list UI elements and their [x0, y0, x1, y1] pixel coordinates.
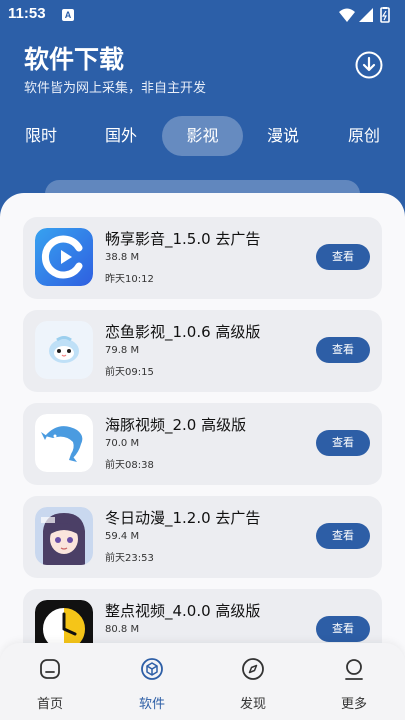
bottom-nav: 首页 软件 发现 更多	[0, 643, 405, 720]
compass-icon	[242, 658, 264, 680]
cube-icon	[141, 658, 163, 680]
fish-mascot-app-icon	[35, 321, 93, 379]
home-icon	[40, 659, 60, 679]
view-button[interactable]: 查看	[316, 244, 370, 270]
tab-limited[interactable]: 限时	[10, 116, 72, 156]
nav-label: 首页	[36, 697, 63, 712]
status-icons	[339, 7, 390, 23]
tab-foreign[interactable]: 国外	[90, 116, 152, 156]
status-time: 11:53	[8, 5, 46, 22]
app-size: 80.8 M	[105, 624, 140, 635]
list-item[interactable]: 恋鱼影视_1.0.6 高级版 79.8 M 前天09:15 查看	[23, 310, 382, 392]
page-title: 软件下载	[24, 45, 125, 74]
app-name: 整点视频_4.0.0 高级版	[105, 602, 261, 620]
tab-video[interactable]: 影视	[162, 116, 243, 156]
app-name: 海豚视频_2.0 高级版	[105, 416, 247, 434]
app-size: 79.8 M	[105, 345, 140, 356]
view-button[interactable]: 查看	[316, 430, 370, 456]
app-time: 前天09:15	[105, 367, 154, 378]
nav-label: 更多	[340, 697, 367, 712]
nav-item-home[interactable]: 首页	[10, 643, 90, 720]
category-tabs: 限时 国外 影视 漫说 原创	[0, 116, 405, 158]
list-item[interactable]: 畅享影音_1.5.0 去广告 38.8 M 昨天10:12 查看	[23, 217, 382, 299]
list-item[interactable]: 海豚视频_2.0 高级版 70.0 M 前天08:38 查看	[23, 403, 382, 485]
app-name: 畅享影音_1.5.0 去广告	[105, 230, 261, 248]
nav-item-discover[interactable]: 发现	[213, 643, 293, 720]
app-size: 59.4 M	[105, 531, 140, 542]
tab-comics[interactable]: 漫说	[252, 116, 314, 156]
app-name: 冬日动漫_1.2.0 去广告	[105, 509, 261, 527]
notification-badge-icon: A	[62, 9, 74, 21]
download-icon[interactable]	[354, 50, 384, 80]
nav-label: 发现	[239, 697, 266, 712]
nav-item-more[interactable]: 更多	[314, 643, 394, 720]
app-size: 70.0 M	[105, 438, 140, 449]
wifi-icon	[339, 8, 355, 22]
status-bar: 11:53 A	[0, 0, 405, 30]
content-sheet: 畅享影音_1.5.0 去广告 38.8 M 昨天10:12 查看 恋鱼影视_1.…	[0, 193, 405, 720]
play-circle-app-icon	[35, 228, 93, 286]
app-time: 前天08:38	[105, 460, 154, 471]
view-button[interactable]: 查看	[316, 616, 370, 642]
view-button[interactable]: 查看	[316, 523, 370, 549]
view-button[interactable]: 查看	[316, 337, 370, 363]
list-item[interactable]: 冬日动漫_1.2.0 去广告 59.4 M 前天23:53 查看	[23, 496, 382, 578]
tab-original[interactable]: 原创	[333, 116, 395, 156]
app-time: 前天23:53	[105, 553, 154, 564]
battery-icon	[380, 7, 390, 23]
anime-girl-app-icon	[35, 507, 93, 565]
dolphin-app-icon	[35, 414, 93, 472]
nav-label: 软件	[138, 697, 165, 712]
nav-item-software[interactable]: 软件	[112, 643, 192, 720]
app-size: 38.8 M	[105, 252, 140, 263]
person-icon	[345, 659, 363, 680]
signal-icon	[359, 8, 373, 22]
app-time: 昨天10:12	[105, 274, 154, 285]
page-subtitle: 软件皆为网上采集，非自主开发	[24, 81, 207, 96]
app-name: 恋鱼影视_1.0.6 高级版	[105, 323, 261, 341]
